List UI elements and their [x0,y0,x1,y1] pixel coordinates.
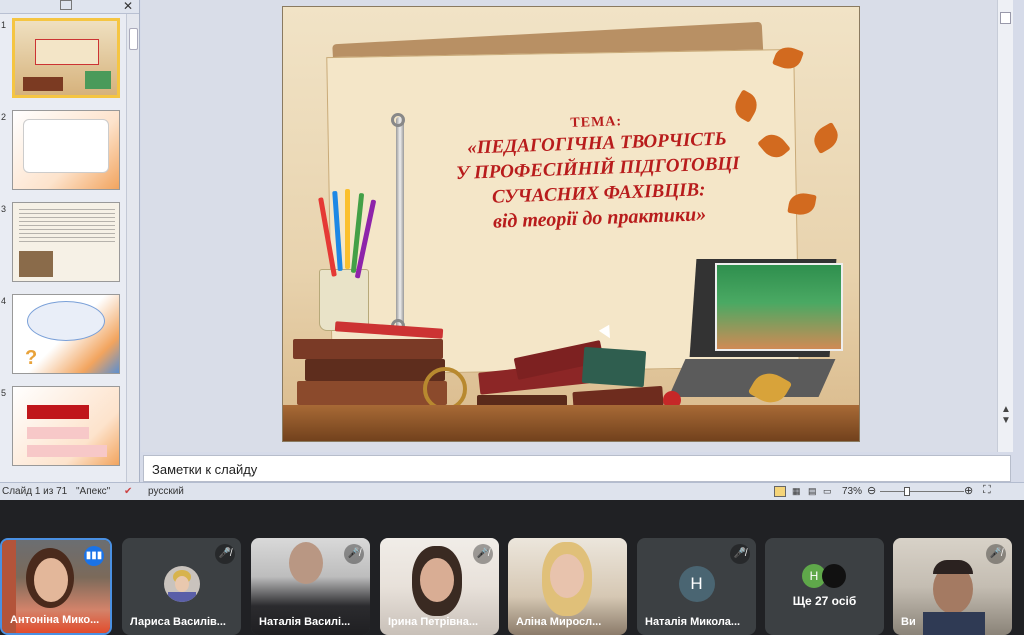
muted-mic-icon: 🎤̸ [473,544,493,564]
thumbnail-number: 4 [1,296,7,306]
muted-mic-icon: 🎤̸ [730,544,750,564]
reading-view-icon[interactable]: ▤ [808,486,817,497]
theme-name: "Апекс" [76,486,111,497]
thumbnail-slide-4[interactable]: 4 ? [0,294,126,376]
slideshow-icon[interactable]: ▭ [823,486,832,497]
notes-placeholder: Заметки к слайду [152,462,258,477]
scrollbar-thumb[interactable] [129,28,138,50]
participant-avatar [822,564,846,588]
muted-mic-icon: 🎤̸ [986,544,1006,564]
participant-tile-3[interactable]: 🎤̸ Наталія Василі... [251,538,370,635]
language-indicator[interactable]: русский [148,486,184,497]
zoom-slider[interactable] [880,491,964,492]
slides-tab-icon[interactable] [60,0,72,10]
scroll-arrows-icon[interactable]: ▲ ▼ [1001,404,1011,426]
zoom-slider-knob[interactable] [904,487,910,496]
classroom-photo [715,263,843,351]
participant-name: Наталія Василі... [259,616,351,628]
participant-name: Ірина Петрівна... [388,616,479,628]
thumbnail-image [12,110,120,190]
thumbnail-number: 5 [1,388,7,398]
thumbnail-number: 1 [1,20,7,30]
participant-name: Лариса Василів... [130,616,226,628]
participant-avatar: Н [678,566,715,602]
zoom-in-icon[interactable]: ⊕ [964,484,973,497]
slide-sorter-icon[interactable]: ▦ [792,486,801,497]
powerpoint-window: ✕ 1 2 3 4 ? 5 ТЕМА: «ПЕДАГОГІЧНА ТВОРЧІС… [0,0,1024,500]
thumbnail-slide-1[interactable]: 1 [0,18,126,100]
participant-tile-1[interactable]: ▮▮▮ Антоніна Мико... [0,538,112,635]
slide-scrollbar[interactable]: ▲ ▼ [997,0,1013,452]
meeting-participants-strip: ▮▮▮ Антоніна Мико... 🎤̸ Лариса Василів..… [0,500,1024,635]
participant-name: Антоніна Мико... [10,614,100,626]
participant-tile-6[interactable]: Н 🎤̸ Наталія Микола... [637,538,756,635]
participant-avatar [163,566,200,602]
more-participants-count: Ще 27 осіб [792,594,857,608]
slide-title: ТЕМА: «ПЕДАГОГІЧНА ТВОРЧІСТЬ У ПРОФЕСІЙН… [386,108,810,239]
more-participants-tile[interactable]: Н Ще 27 осіб [765,538,884,635]
thumbnail-number: 2 [1,112,7,122]
participant-tile-5[interactable]: Аліна Миросл... [508,538,627,635]
muted-mic-icon: 🎤̸ [344,544,364,564]
book-graphic [305,359,445,381]
slide-thumbnails-pane: ✕ 1 2 3 4 ? 5 [0,0,140,482]
thumbnail-slide-5[interactable]: 5 [0,386,126,468]
thumbnail-image: ? [12,294,120,374]
book-graphic [293,339,443,359]
thumbnail-slide-2[interactable]: 2 [0,110,126,192]
notes-field[interactable]: Заметки к слайду [143,455,1011,482]
status-bar: Слайд 1 из 71 "Апекс" ✔ русский ▦ ▤ ▭ 73… [0,482,1024,500]
muted-mic-icon: 🎤̸ [215,544,235,564]
current-slide[interactable]: ТЕМА: «ПЕДАГОГІЧНА ТВОРЧІСТЬ У ПРОФЕСІЙН… [282,6,860,442]
speaking-indicator-icon: ▮▮▮ [84,546,104,566]
thumbnail-image [12,386,120,466]
participant-tile-4[interactable]: 🎤̸ Ірина Петрівна... [380,538,499,635]
thumbnail-image [12,18,120,98]
spellcheck-icon[interactable]: ✔ [124,486,132,497]
close-pane-icon[interactable]: ✕ [123,0,133,13]
thumbnails-scrollbar[interactable] [126,14,139,482]
thumbnail-image [12,202,120,282]
participant-name: Аліна Миросл... [516,616,602,628]
participant-tile-self[interactable]: 🎤̸ Ви [893,538,1012,635]
thumbnails-header: ✕ [0,0,139,14]
participant-name: Наталія Микола... [645,616,741,628]
maple-leaf-icon [809,121,843,155]
thumbnail-slide-3[interactable]: 3 [0,202,126,284]
fit-to-window-icon[interactable]: ⛶ [983,484,991,497]
book-graphic [581,346,647,388]
normal-view-icon[interactable] [774,486,786,497]
thumbnail-number: 3 [1,204,7,214]
wooden-table-graphic [283,405,859,441]
pencil-graphic [345,189,350,269]
participant-name: Ви [901,616,916,628]
zoom-level[interactable]: 73% [842,486,862,497]
slide-counter: Слайд 1 из 71 [2,486,68,497]
scrollbar-thumb[interactable] [1000,12,1011,24]
zoom-out-icon[interactable]: ⊖ [867,484,876,497]
participant-tile-2[interactable]: 🎤̸ Лариса Василів... [122,538,241,635]
